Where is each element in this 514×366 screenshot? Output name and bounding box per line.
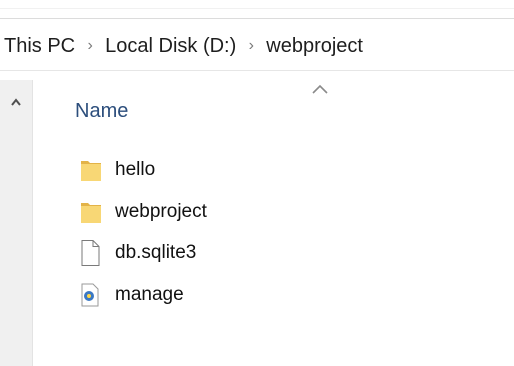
list-item[interactable]: manage	[33, 277, 514, 313]
file-explorer-window: This PC › Local Disk (D:) › webproject N…	[0, 0, 514, 366]
breadcrumb-this-pc[interactable]: This PC	[2, 35, 77, 58]
breadcrumb-local-disk[interactable]: Local Disk (D:)	[103, 35, 238, 58]
folder-icon	[79, 156, 105, 184]
blank-file-icon	[79, 239, 105, 267]
list-item[interactable]: webproject	[33, 194, 514, 230]
breadcrumb: This PC › Local Disk (D:) › webproject	[0, 35, 365, 58]
breadcrumb-webproject[interactable]: webproject	[264, 35, 365, 58]
folder-icon	[79, 198, 105, 226]
column-header-name[interactable]: Name	[75, 100, 128, 123]
file-name: db.sqlite3	[115, 242, 197, 263]
chevron-up-icon	[308, 80, 332, 98]
ribbon-divider	[0, 8, 514, 9]
nav-scrollbar[interactable]	[0, 80, 33, 366]
navigation-pane	[0, 80, 33, 366]
chevron-right-icon[interactable]: ›	[238, 37, 264, 55]
list-item[interactable]: hello	[33, 152, 514, 188]
scroll-up-arrow-icon[interactable]	[6, 92, 26, 112]
python-file-icon	[79, 281, 105, 309]
list-item[interactable]: db.sqlite3	[33, 235, 514, 271]
chevron-right-icon[interactable]: ›	[77, 37, 103, 55]
column-header: Name	[33, 80, 514, 140]
file-name: webproject	[115, 201, 207, 222]
ribbon-edge	[0, 0, 514, 19]
address-bar[interactable]: This PC › Local Disk (D:) › webproject	[0, 22, 514, 71]
file-name: manage	[115, 284, 184, 305]
file-name: hello	[115, 159, 156, 180]
